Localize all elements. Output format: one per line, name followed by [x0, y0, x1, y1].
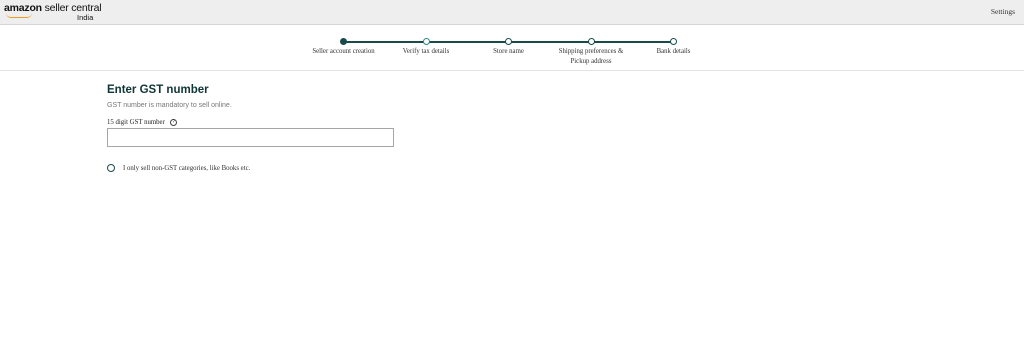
- progress-stepper: Seller account creation Verify tax detai…: [0, 26, 1024, 71]
- logo-region: India: [77, 13, 94, 22]
- help-icon[interactable]: ?: [169, 119, 177, 126]
- gst-number-input[interactable]: [107, 128, 394, 147]
- step-3-marker: [505, 38, 512, 45]
- top-bar: amazon seller central India Settings: [0, 0, 1024, 25]
- gst-form: Enter GST number GST number is mandatory…: [107, 83, 407, 172]
- amazon-seller-central-logo[interactable]: amazon seller central India: [4, 3, 102, 23]
- step-2-marker: [422, 38, 430, 45]
- amazon-smile-icon: [6, 13, 32, 18]
- non-gst-radio[interactable]: [107, 164, 115, 172]
- gst-field-label: 15 digit GST number: [107, 119, 165, 126]
- settings-link[interactable]: Settings: [991, 7, 1015, 16]
- step-5-label: Bank details: [656, 48, 691, 55]
- step-3-label: Store name: [493, 48, 524, 55]
- non-gst-option[interactable]: I only sell non-GST categories, like Boo…: [107, 164, 250, 172]
- step-5-marker: [670, 38, 677, 45]
- step-1-marker: [340, 38, 347, 45]
- page-title: Enter GST number: [107, 84, 209, 96]
- page-subtitle: GST number is mandatory to sell online.: [107, 102, 232, 109]
- non-gst-option-label: I only sell non-GST categories, like Boo…: [123, 164, 251, 172]
- step-4-marker: [587, 38, 595, 45]
- step-2-label: Verify tax details: [402, 48, 450, 55]
- gst-field-label-row: 15 digit GST number ?: [107, 119, 177, 126]
- step-1-label: Seller account creation: [312, 48, 375, 55]
- step-4-label: Shipping preferences & Pickup address: [558, 48, 624, 65]
